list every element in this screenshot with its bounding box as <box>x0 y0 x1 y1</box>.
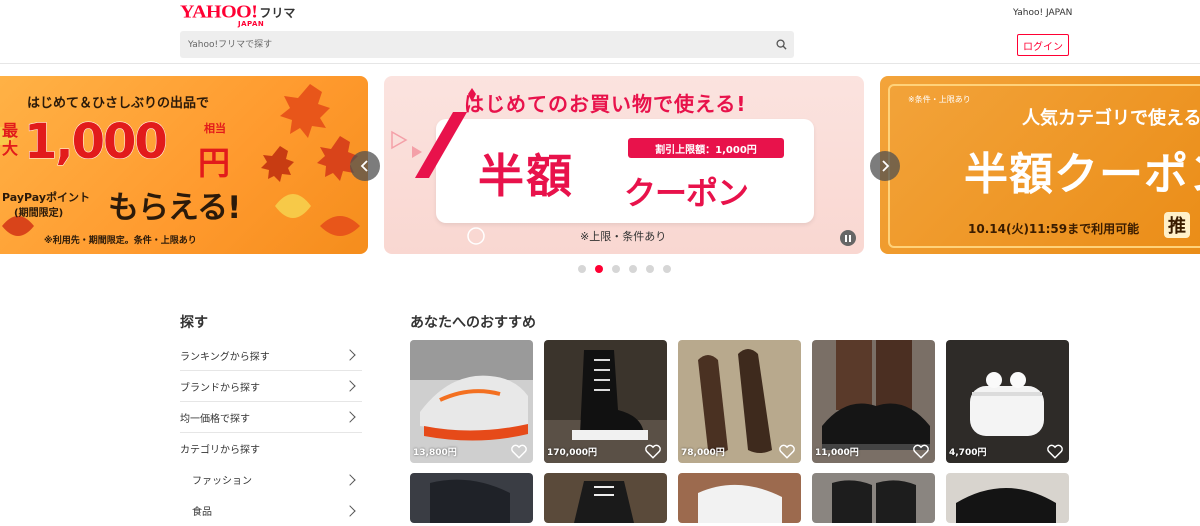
sidebar-item-label: ランキングから探す <box>180 351 270 363</box>
chevron-right-icon <box>344 380 356 392</box>
sidebar-item-ranking[interactable]: ランキングから探す <box>180 340 362 371</box>
carousel-dot[interactable] <box>612 265 620 273</box>
carousel-pause-button[interactable] <box>840 230 856 246</box>
sidebar-item-label: 食品 <box>192 507 212 518</box>
product-card[interactable] <box>946 473 1069 523</box>
product-card[interactable]: 170,000円 <box>544 340 667 463</box>
header: YAHOO! JAPAN フリマ Yahoo! JAPAN ログイン <box>0 0 1200 64</box>
carousel-dot[interactable] <box>663 265 671 273</box>
product-image <box>544 473 667 523</box>
sidebar-subitem-fashion[interactable]: ファッション <box>180 464 362 495</box>
carousel-prev-button[interactable] <box>350 151 380 181</box>
product-card[interactable] <box>410 473 533 523</box>
product-price: 13,800円 <box>413 448 457 458</box>
product-card[interactable] <box>678 473 801 523</box>
banner-first-purchase-coupon[interactable]: はじめてのお買い物で使える! 半額 割引上限額：1,000円 クーポン ※上限・… <box>384 76 864 254</box>
banner1-paypay-label: PayPayポイント <box>2 191 91 204</box>
product-image <box>946 473 1069 523</box>
pause-icon-bar <box>845 234 847 242</box>
product-price: 78,000円 <box>681 448 725 458</box>
banner1-amount: 1,000 <box>24 114 169 171</box>
yahoo-japan-link[interactable]: Yahoo! JAPAN <box>1013 8 1072 18</box>
product-price: 170,000円 <box>547 448 597 458</box>
carousel-dot[interactable] <box>578 265 586 273</box>
chevron-right-icon <box>344 473 356 486</box>
banner2-half-price: 半額 <box>478 149 574 203</box>
carousel-next-button[interactable] <box>870 151 900 181</box>
sidebar-item-label: カテゴリから探す <box>180 445 260 456</box>
heart-icon[interactable] <box>1046 442 1064 460</box>
product-card[interactable]: 11,000円 <box>812 340 935 463</box>
banner1-equivalent-label: 相当 <box>204 122 226 135</box>
sidebar-item-label: 均一価格で探す <box>180 413 250 425</box>
sidebar-title: 探す <box>180 315 208 331</box>
banner2-headline: はじめてのお買い物で使える! <box>464 92 747 116</box>
sidebar-item-label: ブランドから探す <box>180 382 260 394</box>
chevron-right-icon <box>344 504 356 517</box>
sidebar-item-label: ファッション <box>192 476 252 487</box>
sidebar-item-fixed-price[interactable]: 均一価格で探す <box>180 402 362 433</box>
product-card[interactable]: 13,800円 <box>410 340 533 463</box>
search-input[interactable] <box>180 31 768 58</box>
banner-category-coupon[interactable]: ※条件・上限あり 人気カテゴリで使える 半額クーポン 10.14(火)11:59… <box>880 76 1200 254</box>
sidebar-subitem-food[interactable]: 食品 <box>180 495 362 526</box>
sidebar-item-brand[interactable]: ブランドから探す <box>180 371 362 402</box>
product-image <box>410 473 533 523</box>
pause-icon-bar <box>849 234 851 242</box>
sidebar-item-category: カテゴリから探す <box>180 433 362 464</box>
banner3-headline: 人気カテゴリで使える <box>1022 108 1200 129</box>
heart-icon[interactable] <box>644 442 662 460</box>
product-price: 11,000円 <box>815 448 859 458</box>
banner1-note: ※利用先・期間限定。条件・上限あり <box>44 236 197 246</box>
search-sidebar: 探す ランキングから探す ブランドから探す 均一価格で探す カテゴリから探す フ… <box>180 312 362 526</box>
heart-icon[interactable] <box>778 442 796 460</box>
search-icon[interactable] <box>768 39 794 50</box>
banner2-note: ※上限・条件あり <box>580 230 667 243</box>
banner3-small-note: ※条件・上限あり <box>908 95 971 104</box>
chevron-left-icon <box>360 160 368 172</box>
product-card[interactable]: 4,700円 <box>946 340 1069 463</box>
carousel-dot[interactable] <box>646 265 654 273</box>
heart-icon[interactable] <box>912 442 930 460</box>
login-button[interactable]: ログイン <box>1017 34 1069 56</box>
banner1-max-label: 最大 <box>2 121 19 158</box>
banner2-coupon-text: クーポン <box>624 174 749 212</box>
logo-service-name: フリマ <box>259 6 296 20</box>
chevron-right-icon <box>344 411 356 423</box>
banner1-yen: 円 <box>198 144 231 182</box>
logo-yahoo-text: YAHOO! <box>180 1 258 23</box>
carousel-dot-active[interactable] <box>595 265 603 273</box>
carousel-indicator <box>578 265 671 273</box>
logo-japan-text: JAPAN <box>238 20 265 28</box>
site-logo[interactable]: YAHOO! JAPAN フリマ <box>180 1 296 28</box>
banner-listing-campaign[interactable]: はじめて＆ひさしぶりの出品で 最大 1,000 相当 円 PayPayポイント … <box>0 76 368 254</box>
product-price: 4,700円 <box>949 448 987 458</box>
product-image <box>678 473 801 523</box>
chevron-right-icon <box>882 160 890 172</box>
banner-carousel: はじめて＆ひさしぶりの出品で 最大 1,000 相当 円 PayPayポイント … <box>0 76 1200 254</box>
banner3-deadline: 10.14(火)11:59まで利用可能 <box>968 222 1140 236</box>
chevron-right-icon <box>344 349 356 361</box>
product-card[interactable] <box>544 473 667 523</box>
banner2-discount-limit: 割引上限額：1,000円 <box>628 138 784 158</box>
search-bar <box>180 31 794 58</box>
heart-icon[interactable] <box>510 442 528 460</box>
banner1-receive-text: もらえる! <box>108 190 241 226</box>
banner3-half-price-coupon: 半額クーポン <box>964 149 1200 200</box>
banner3-badge: 推 <box>1164 212 1190 238</box>
product-card[interactable] <box>812 473 935 523</box>
product-image <box>812 473 935 523</box>
carousel-dot[interactable] <box>629 265 637 273</box>
product-card[interactable]: 78,000円 <box>678 340 801 463</box>
recommend-title: あなたへのおすすめ <box>410 315 536 331</box>
banner1-headline: はじめて＆ひさしぶりの出品で <box>27 96 210 111</box>
banner1-period-label: (期間限定) <box>14 208 64 219</box>
